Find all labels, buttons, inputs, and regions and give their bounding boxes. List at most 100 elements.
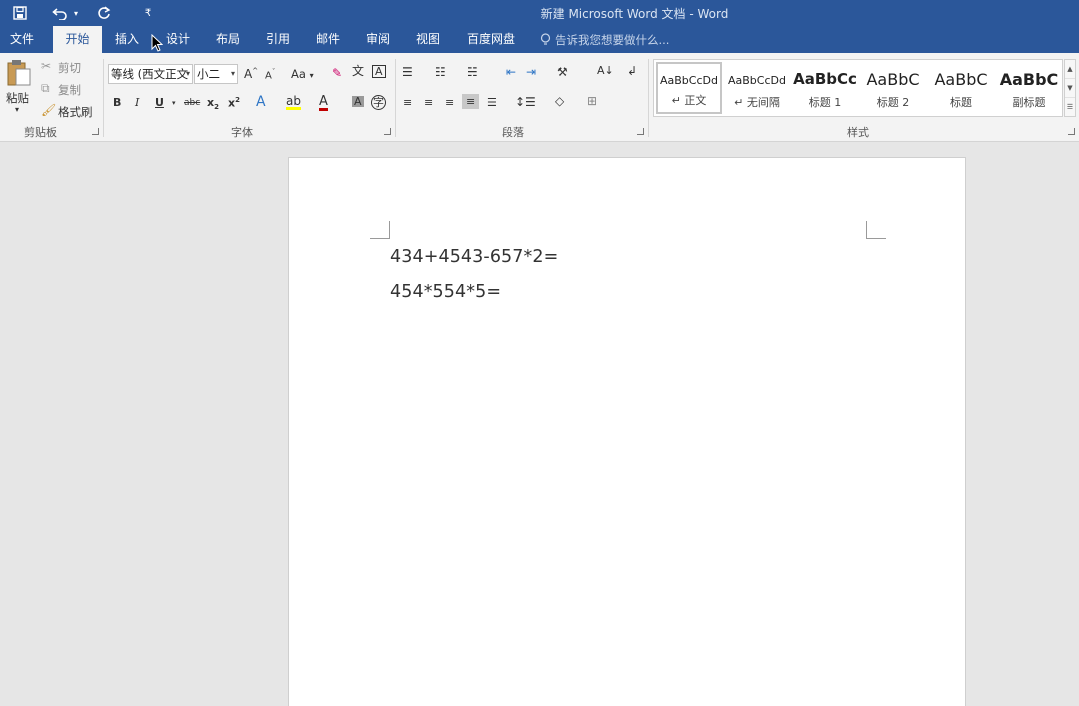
separator [395,59,396,137]
asian-layout-icon[interactable]: ⚒ [557,66,568,78]
style-name: ↵ 无间隔 [734,96,780,109]
subscript-icon[interactable]: x2 [207,97,219,111]
numbering-icon[interactable]: ☷ [435,66,446,78]
underline-icon[interactable]: U [155,97,164,108]
style-no-spacing[interactable]: AaBbCcDd ↵ 无间隔 [724,62,790,114]
chevron-down-icon: ▾ [185,69,190,78]
scissors-icon: ✂ [41,59,52,73]
tab-file[interactable]: 文件 [0,26,44,53]
superscript-icon[interactable]: x2 [228,97,240,109]
character-border-icon[interactable]: A [372,65,386,78]
font-size-value: 小二 [197,67,220,81]
font-launcher[interactable] [384,128,391,135]
lightbulb-icon [540,33,551,45]
style-sample: AaBbCcDd [728,74,786,87]
enclose-characters-icon[interactable]: 字 [371,95,386,110]
document-area[interactable]: 434+4543-657*2= 454*554*5= [0,142,1079,706]
style-sample: AaBbC [999,70,1059,89]
bullets-icon[interactable]: ☰ [402,66,413,78]
decrease-indent-icon[interactable]: ⇤ [506,66,516,78]
ribbon-home: 粘贴 ▾ ✂ 剪切 ⧉ 复制 🖌 格式刷 剪贴板 等线 (西文正文 ▾ 小二 ▾… [0,53,1079,142]
phonetic-guide-icon[interactable]: 文 [352,65,364,77]
line-spacing-icon[interactable]: ↕☰ [515,96,536,108]
tab-view[interactable]: 视图 [409,26,447,53]
cut-label: 剪切 [58,61,81,75]
style-heading-1[interactable]: AaBbCc 标题 1 [792,62,858,114]
styles-gallery: AaBbCcDd ↵ 正文 AaBbCcDd ↵ 无间隔 AaBbCc 标题 1… [653,59,1063,117]
document-line[interactable]: 454*554*5= [390,282,501,302]
font-name-value: 等线 (西文正文 [111,67,189,81]
styles-gallery-scroll[interactable]: ▲ ▼ ☰ [1064,59,1076,117]
document-line[interactable]: 434+4543-657*2= [390,247,558,267]
cut-button[interactable]: ✂ 剪切 [40,58,90,76]
style-name: 副标题 [1012,96,1046,109]
font-group-label: 字体 [231,126,253,139]
change-case-button[interactable]: Aa ▾ [291,67,314,81]
separator [648,59,649,137]
title-bar: ▾ ₹ 新建 Microsoft Word 文档 - Word [0,0,1079,26]
show-marks-icon[interactable]: ↲ [627,65,637,77]
tab-references[interactable]: 引用 [259,26,297,53]
chevron-down-icon: ▾ [230,69,235,78]
copy-icon: ⧉ [41,81,50,95]
clear-formatting-icon[interactable]: ✎ [332,67,342,79]
distributed-icon[interactable]: ☰ [487,97,497,108]
tab-design[interactable]: 设计 [159,26,197,53]
increase-indent-icon[interactable]: ⇥ [526,66,536,78]
gallery-more-icon[interactable]: ☰ [1065,98,1075,117]
separator [103,59,104,137]
scroll-up-icon[interactable]: ▲ [1065,60,1075,79]
margin-mark-left [370,221,390,239]
justify-icon[interactable]: ≡ [462,94,480,109]
italic-icon[interactable]: I [135,97,139,108]
style-name: 标题 2 [876,96,910,109]
font-name-combo[interactable]: 等线 (西文正文 ▾ [108,64,193,84]
bold-icon[interactable]: B [113,97,121,108]
paragraph-group-label: 段落 [502,126,524,139]
format-painter-button[interactable]: 🖌 格式刷 [40,102,96,120]
align-left-icon[interactable]: ≡ [403,97,412,108]
style-sample: AaBbCcDd [660,74,718,87]
style-subtitle[interactable]: AaBbC 副标题 [996,62,1062,114]
margin-mark-right [866,221,886,239]
underline-dropdown-icon[interactable]: ▾ [172,100,176,107]
copy-label: 复制 [58,83,81,97]
tab-review[interactable]: 审阅 [359,26,397,53]
sort-icon[interactable]: A↓ [597,65,614,76]
paste-button[interactable]: 粘贴 ▾ [4,59,34,119]
strikethrough-icon[interactable]: abc [184,99,200,108]
shrink-font-icon[interactable]: Aˇ [265,69,275,81]
grow-font-icon[interactable]: A^ [244,68,258,81]
tab-insert[interactable]: 插入 [108,26,146,53]
copy-button[interactable]: ⧉ 复制 [40,80,90,98]
tab-baidu-netdisk[interactable]: 百度网盘 [460,26,522,53]
tab-home[interactable]: 开始 [53,26,102,53]
clipboard-launcher[interactable] [92,128,99,135]
align-right-icon[interactable]: ≡ [445,97,454,108]
paste-label: 粘贴 [6,91,29,105]
document-page[interactable]: 434+4543-657*2= 454*554*5= [288,157,966,706]
style-title[interactable]: AaBbC 标题 [928,62,994,114]
font-size-combo[interactable]: 小二 ▾ [194,64,238,84]
text-effects-icon[interactable]: A [256,95,266,109]
borders-icon[interactable]: ⊞ [587,95,597,107]
style-normal[interactable]: AaBbCcDd ↵ 正文 [656,62,722,114]
style-name: ↵ 正文 [671,94,707,107]
clipboard-group-label: 剪贴板 [24,126,57,139]
paragraph-launcher[interactable] [637,128,644,135]
shading-icon[interactable]: ◇ [555,95,564,107]
multilevel-list-icon[interactable]: ☵ [467,66,478,78]
scroll-down-icon[interactable]: ▼ [1065,79,1075,98]
font-color-icon[interactable]: A [319,95,328,111]
styles-launcher[interactable] [1068,128,1075,135]
character-shading-icon[interactable]: A [352,96,364,107]
tell-me-box[interactable]: 告诉我您想要做什么... [540,26,669,53]
window-title: 新建 Microsoft Word 文档 - Word [540,7,729,21]
style-sample: AaBbC [866,70,920,89]
tab-layout[interactable]: 布局 [209,26,247,53]
style-heading-2[interactable]: AaBbC 标题 2 [860,62,926,114]
tab-mailings[interactable]: 邮件 [309,26,347,53]
highlight-icon[interactable]: ab [286,95,301,110]
align-center-icon[interactable]: ≡ [424,97,433,108]
clipboard-icon [7,60,31,86]
